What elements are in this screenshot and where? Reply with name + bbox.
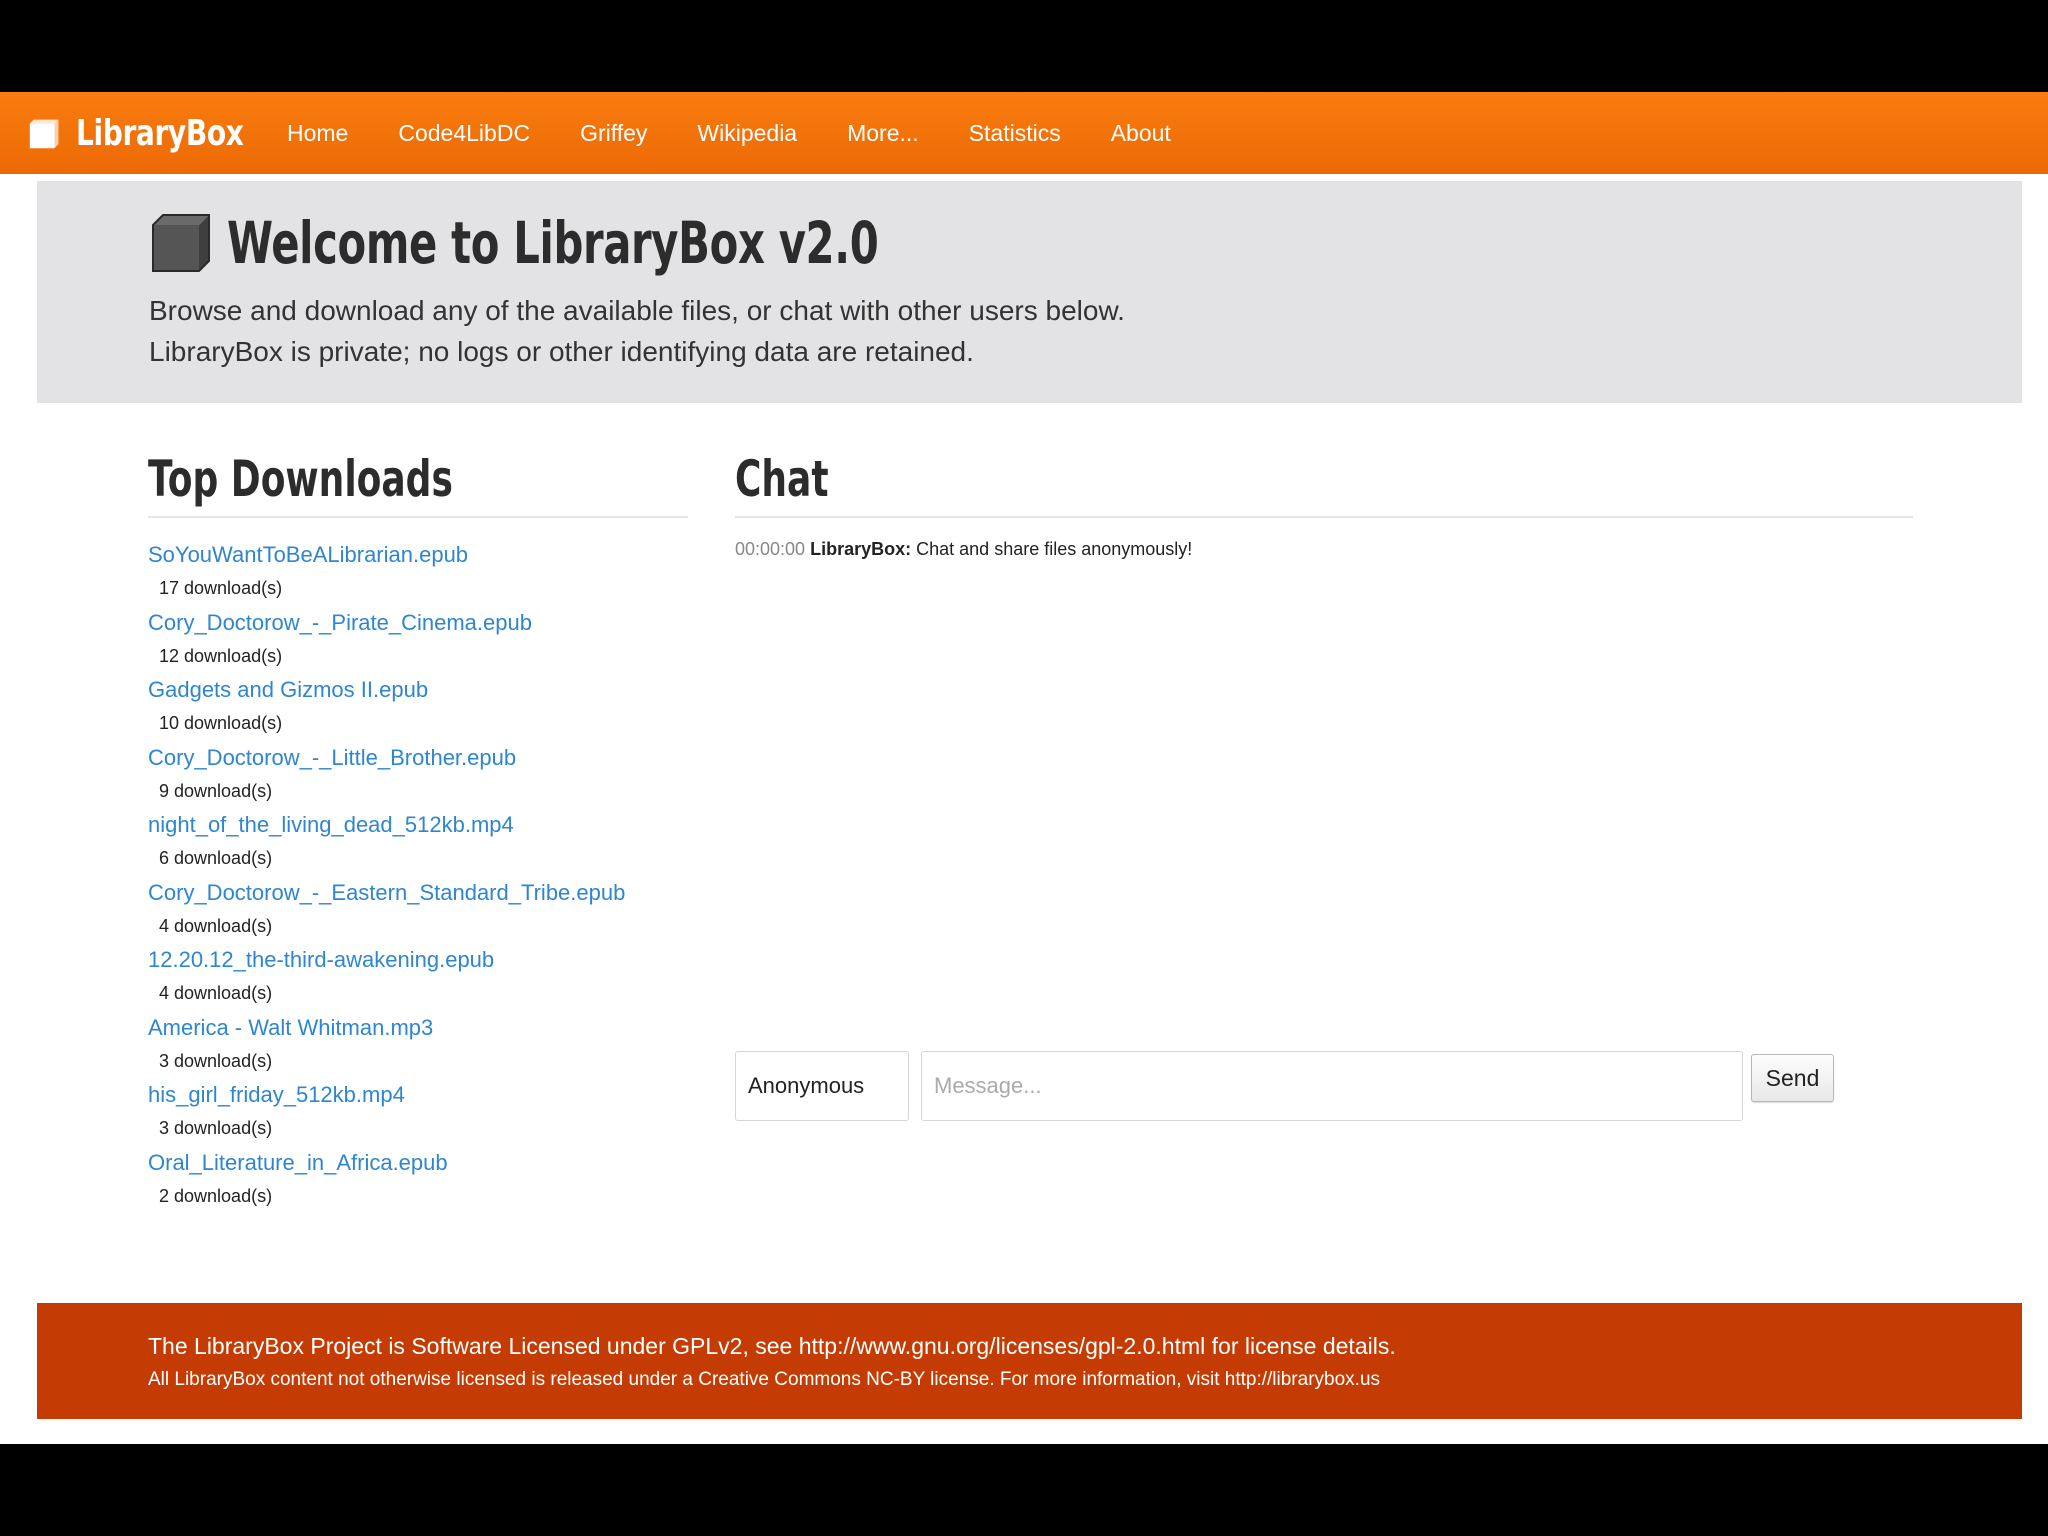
nav-item-griffey[interactable]: Griffey	[555, 120, 672, 147]
download-count: 4 download(s)	[159, 915, 273, 936]
page-title: Welcome to LibraryBox v2.0	[227, 209, 879, 277]
download-count: 10 download(s)	[159, 713, 283, 733]
chat-name-input[interactable]	[735, 1051, 909, 1121]
nav-item-more[interactable]: More...	[822, 120, 944, 147]
send-button[interactable]: Send	[1751, 1054, 1834, 1102]
list-item: night_of_the_living_dead_512kb.mp4 6 dow…	[148, 812, 688, 880]
download-count: 3 download(s)	[159, 1118, 273, 1138]
list-item: Gadgets and Gizmos II.epub 10 download(s…	[148, 677, 688, 745]
chat-heading: Chat	[735, 450, 829, 508]
download-count: 4 download(s)	[159, 983, 273, 1003]
download-count: 17 download(s)	[159, 578, 283, 598]
navbar: LibraryBox Home Code4LibDC Griffey Wikip…	[0, 92, 2048, 174]
hero-unit: Welcome to LibraryBox v2.0 Browse and do…	[37, 181, 2022, 403]
list-item: Cory_Doctorow_-_Pirate_Cinema.epub 12 do…	[148, 610, 688, 678]
list-item: SoYouWantToBeALibrarian.epub 17 download…	[148, 542, 688, 610]
chat-message: 00:00:00 LibraryBox: Chat and share file…	[735, 539, 1192, 560]
download-count: 6 download(s)	[159, 848, 273, 868]
footer-content-license-text: All LibraryBox content not otherwise lic…	[148, 1369, 1381, 1390]
download-link[interactable]: Oral_Literature_in_Africa.epub	[148, 1150, 448, 1176]
hero-title-row: Welcome to LibraryBox v2.0	[149, 209, 1132, 277]
browser-page: LibraryBox Home Code4LibDC Griffey Wikip…	[0, 92, 2048, 1444]
nav-item-wikipedia[interactable]: Wikipedia	[672, 120, 822, 147]
list-item: Cory_Doctorow_-_Little_Brother.epub 9 do…	[148, 745, 688, 813]
list-item: Oral_Literature_in_Africa.epub 2 downloa…	[148, 1150, 688, 1218]
divider	[735, 516, 1913, 518]
cube-icon	[29, 119, 59, 149]
downloads-list: SoYouWantToBeALibrarian.epub 17 download…	[148, 542, 688, 1217]
download-count: 12 download(s)	[159, 645, 283, 666]
download-link[interactable]: Cory_Doctorow_-_Pirate_Cinema.epub	[148, 610, 532, 636]
brand-name: LibraryBox	[76, 112, 244, 154]
nav-item-code4libdc[interactable]: Code4LibDC	[373, 120, 555, 147]
download-link[interactable]: 12.20.12_the-third-awakening.epub	[148, 947, 494, 973]
download-link[interactable]: SoYouWantToBeALibrarian.epub	[148, 542, 468, 568]
download-count: 3 download(s)	[159, 1050, 273, 1071]
list-item: his_girl_friday_512kb.mp4 3 download(s)	[148, 1082, 688, 1150]
list-item: America - Walt Whitman.mp3 3 download(s)	[148, 1015, 688, 1083]
hero-description: Browse and download any of the available…	[149, 295, 1125, 326]
download-link[interactable]: night_of_the_living_dead_512kb.mp4	[148, 812, 514, 838]
chat-message-input[interactable]	[921, 1051, 1743, 1121]
brand-link[interactable]: LibraryBox	[26, 112, 244, 154]
nav-item-home[interactable]: Home	[262, 120, 373, 147]
list-item: Cory_Doctorow_-_Eastern_Standard_Tribe.e…	[148, 880, 688, 948]
list-item: 12.20.12_the-third-awakening.epub 4 down…	[148, 947, 688, 1015]
cube-icon	[152, 214, 210, 272]
download-link[interactable]: America - Walt Whitman.mp3	[148, 1015, 433, 1041]
download-link[interactable]: Gadgets and Gizmos II.epub	[148, 677, 428, 703]
download-count: 2 download(s)	[159, 1185, 273, 1206]
download-link[interactable]: Cory_Doctorow_-_Little_Brother.epub	[148, 745, 516, 771]
nav-item-statistics[interactable]: Statistics	[944, 120, 1086, 147]
chat-text: Chat and share files anonymously!	[916, 539, 1193, 559]
download-link[interactable]: his_girl_friday_512kb.mp4	[148, 1082, 405, 1108]
footer: The LibraryBox Project is Software Licen…	[37, 1303, 2022, 1419]
download-link[interactable]: Cory_Doctorow_-_Eastern_Standard_Tribe.e…	[148, 880, 625, 906]
hero-privacy-note: LibraryBox is private; no logs or other …	[149, 336, 974, 367]
download-count: 9 download(s)	[159, 780, 273, 801]
divider	[148, 516, 688, 518]
nav-item-about[interactable]: About	[1086, 120, 1196, 147]
top-downloads-heading: Top Downloads	[148, 450, 453, 508]
footer-license-text: The LibraryBox Project is Software Licen…	[148, 1333, 1396, 1359]
chat-timestamp: 00:00:00	[735, 539, 806, 559]
chat-username: LibraryBox:	[810, 539, 912, 559]
